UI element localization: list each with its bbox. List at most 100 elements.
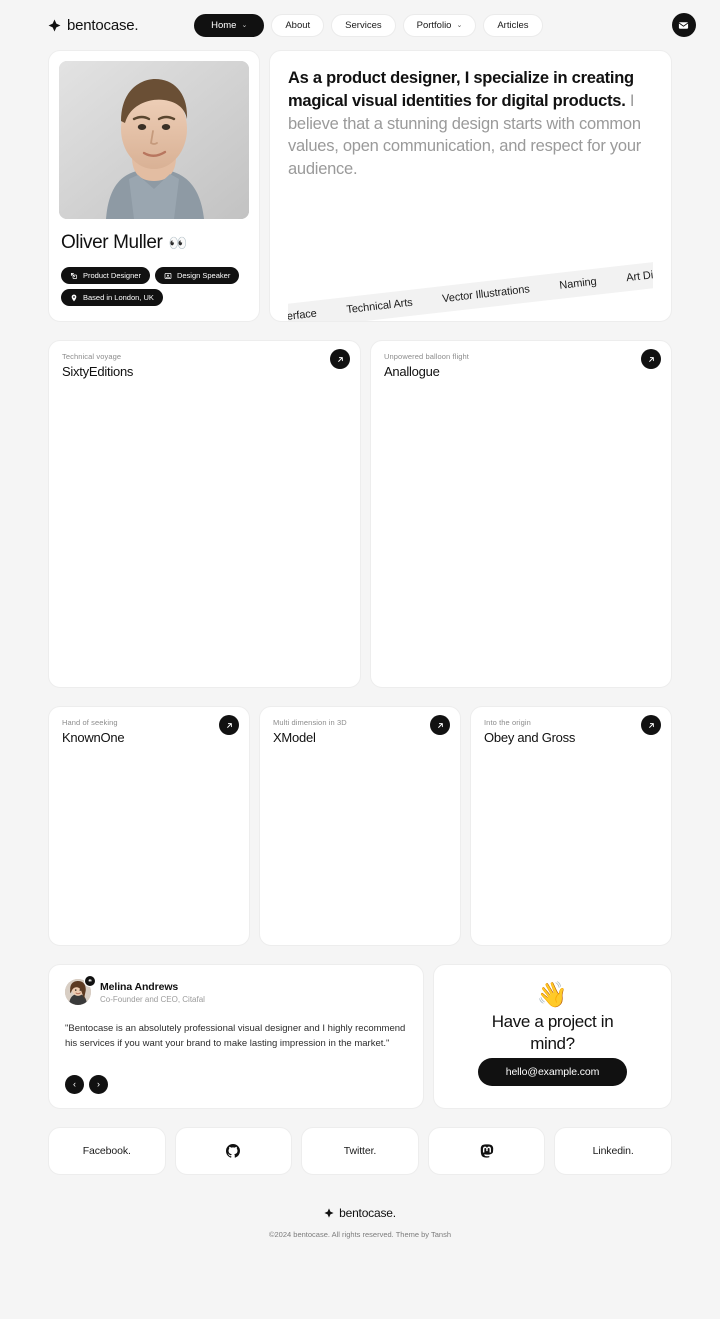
waving-hand-icon: 👋	[536, 981, 569, 1009]
social-link-linkedin[interactable]: Linkedin.	[554, 1126, 672, 1175]
tag-design-speaker[interactable]: Design Speaker	[154, 267, 240, 284]
skill-item: Technical Arts	[345, 296, 414, 317]
nav-item-home[interactable]: Home ⌄	[194, 13, 265, 37]
nav-item-portfolio[interactable]: Portfolio ⌄	[402, 13, 477, 37]
map-pin-icon	[71, 294, 77, 301]
projects-row-1: Technical voyage SixtyEditions Unpowered…	[48, 340, 672, 688]
project-kicker: Unpowered balloon flight	[384, 352, 469, 361]
footer-brand[interactable]: bentocase.	[324, 1206, 396, 1220]
project-title: XModel	[273, 730, 316, 745]
testimonial-next-button[interactable]: ›	[89, 1074, 108, 1094]
social-label: Linkedin.	[592, 1144, 634, 1157]
testimonial-role: Co-Founder and CEO, Citafal	[100, 994, 205, 1004]
tag-location[interactable]: Based in London, UK	[61, 289, 163, 306]
project-title: KnownOne	[62, 730, 125, 745]
arrow-up-right-icon	[648, 356, 654, 362]
contact-mail-button[interactable]	[671, 13, 696, 37]
project-title: Obey and Gross	[484, 730, 576, 745]
social-label: Facebook.	[82, 1144, 131, 1157]
intro-card: As a product designer, I specialize in c…	[269, 50, 672, 322]
skill-item: Vector Illustrations	[441, 283, 531, 306]
social-link-mastodon[interactable]	[427, 1126, 546, 1175]
main-nav: Home ⌄ About Services Portfolio ⌄ Articl…	[194, 13, 543, 37]
tag-label: Product Designer	[83, 271, 141, 280]
project-header: Unpowered balloon flight Anallogue	[371, 341, 671, 379]
nav-item-articles[interactable]: Articles	[483, 13, 543, 37]
pen-tool-icon	[70, 272, 78, 279]
testimonial-contact-row: ❝ Melina Andrews Co-Founder and CEO, Cit…	[48, 964, 672, 1109]
project-open-button[interactable]	[330, 349, 350, 369]
site-footer: bentocase. ©2024 bentocase. All rights r…	[0, 1205, 720, 1239]
chevron-down-icon: ⌄	[241, 21, 248, 29]
project-card-obey-and-gross[interactable]: Into the origin Obey and Gross	[470, 706, 672, 946]
skill-item: Art Direction	[625, 265, 653, 285]
project-header: Hand of seeking KnownOne	[49, 707, 249, 745]
avatar-wrap: ❝	[65, 975, 96, 1005]
project-open-button[interactable]	[430, 715, 450, 735]
contact-title: Have a project in mind?	[491, 1011, 614, 1053]
nav-label-portfolio: Portfolio	[416, 19, 452, 31]
eyes-emoji-icon: 👀	[168, 235, 187, 252]
mastodon-icon	[480, 1144, 493, 1158]
portrait-illustration	[59, 61, 249, 219]
social-links-row: Facebook. Twitter. Linkedin.	[48, 1126, 672, 1175]
testimonial-nav: ‹ ›	[65, 1074, 407, 1094]
social-label: Twitter.	[343, 1144, 377, 1157]
project-card-anallogue[interactable]: Unpowered balloon flight Anallogue	[370, 340, 672, 688]
nav-item-about[interactable]: About	[271, 13, 325, 37]
footer-brand-label: bentocase.	[339, 1205, 396, 1220]
portrait-photo	[59, 61, 249, 219]
project-header: Multi dimension in 3D XModel	[260, 707, 460, 745]
testimonial-name: Melina Andrews	[100, 980, 179, 993]
project-card-knownone[interactable]: Hand of seeking KnownOne	[48, 706, 250, 946]
project-kicker: Technical voyage	[62, 352, 122, 361]
project-title: Anallogue	[384, 364, 440, 379]
speaker-frame-icon	[164, 272, 172, 279]
footer-copyright: ©2024 bentocase. All rights reserved. Th…	[268, 1229, 452, 1239]
brand-logo[interactable]: bentocase.	[48, 17, 139, 34]
bento-grid: Oliver Muller 👀 Product Designer Design …	[0, 50, 720, 1175]
social-link-twitter[interactable]: Twitter.	[301, 1126, 419, 1175]
project-card-sixtyeditions[interactable]: Technical voyage SixtyEditions	[48, 340, 361, 688]
testimonial-header: ❝ Melina Andrews Co-Founder and CEO, Cit…	[65, 975, 407, 1005]
tag-product-designer[interactable]: Product Designer	[61, 267, 150, 284]
diamond-sparkle-icon	[48, 19, 61, 31]
project-open-button[interactable]	[641, 349, 661, 369]
project-open-button[interactable]	[641, 715, 661, 735]
testimonial-prev-button[interactable]: ‹	[65, 1074, 84, 1094]
project-header: Into the origin Obey and Gross	[471, 707, 671, 745]
arrow-up-right-icon	[226, 722, 232, 728]
nav-label-articles: Articles	[497, 19, 529, 31]
project-card-xmodel[interactable]: Multi dimension in 3D XModel	[259, 706, 461, 946]
nav-label-home: Home	[211, 19, 237, 31]
intro-text: As a product designer, I specialize in c…	[288, 67, 653, 181]
page-root: bentocase. Home ⌄ About Services Portfol…	[0, 0, 720, 1239]
skills-marquee: User Interface Technical Arts Vector Ill…	[288, 257, 653, 321]
project-title: SixtyEditions	[62, 364, 134, 379]
nav-label-services: Services	[345, 19, 382, 31]
site-header: bentocase. Home ⌄ About Services Portfol…	[0, 0, 720, 50]
arrow-up-right-icon	[648, 722, 654, 728]
email-cta-button[interactable]: hello@example.com	[477, 1057, 628, 1086]
github-icon	[226, 1143, 241, 1158]
arrow-up-right-icon	[337, 356, 343, 362]
project-header: Technical voyage SixtyEditions	[49, 341, 360, 379]
intro-strong: As a product designer, I specialize in c…	[288, 69, 634, 110]
profile-name-text: Oliver Muller	[61, 232, 163, 253]
nav-label-about: About	[285, 19, 311, 31]
chevron-down-icon: ⌄	[456, 21, 463, 29]
profile-name: Oliver Muller 👀	[61, 232, 249, 254]
social-link-github[interactable]	[174, 1126, 293, 1175]
project-kicker: Into the origin	[484, 718, 531, 727]
envelope-icon	[679, 21, 689, 29]
hero-row: Oliver Muller 👀 Product Designer Design …	[48, 50, 672, 322]
skill-item: User Interface	[288, 307, 318, 321]
nav-item-services[interactable]: Services	[331, 13, 396, 37]
testimonial-quote: "Bentocase is an absolutely professional…	[65, 1023, 406, 1050]
project-open-button[interactable]	[219, 715, 239, 735]
skill-item: Naming	[558, 275, 598, 292]
testimonial-identity: Melina Andrews Co-Founder and CEO, Citaf…	[100, 981, 205, 1004]
arrow-up-right-icon	[437, 722, 443, 728]
social-link-facebook[interactable]: Facebook.	[48, 1126, 166, 1175]
project-kicker: Hand of seeking	[62, 718, 118, 727]
